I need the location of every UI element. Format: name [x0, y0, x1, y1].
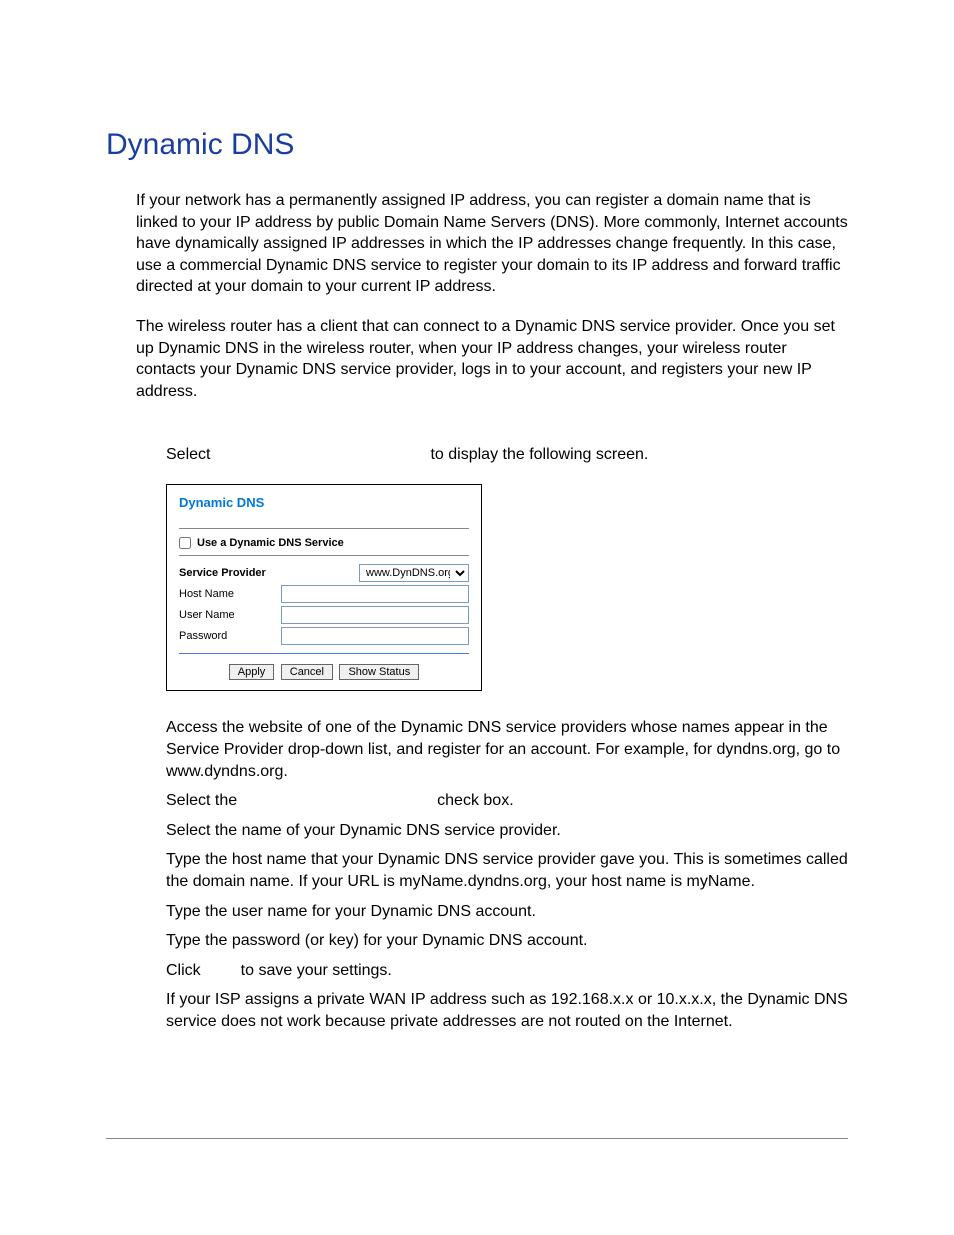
step-2-suffix: check box.	[437, 792, 513, 809]
divider	[179, 555, 469, 556]
user-name-input[interactable]	[281, 606, 469, 624]
step-7-suffix: to save your settings.	[241, 962, 392, 979]
step-3: Select the name of your Dynamic DNS serv…	[166, 820, 848, 842]
show-status-button[interactable]: Show Status	[339, 664, 419, 680]
step-7: Click to save your settings.	[166, 960, 848, 982]
footer-divider	[106, 1138, 848, 1139]
host-name-label: Host Name	[179, 588, 234, 600]
select-instruction: Select to display the following screen.	[106, 446, 848, 464]
page-title: Dynamic DNS	[106, 128, 848, 162]
step-6: Type the password (or key) for your Dyna…	[166, 930, 848, 952]
step-5: Type the user name for your Dynamic DNS …	[166, 901, 848, 923]
host-name-input[interactable]	[281, 585, 469, 603]
ddns-panel: Dynamic DNS Use a Dynamic DNS Service Se…	[166, 484, 482, 691]
paragraph-1: If your network has a permanently assign…	[106, 190, 848, 298]
step-8: If your ISP assigns a private WAN IP add…	[166, 989, 848, 1032]
divider	[179, 528, 469, 529]
step-2-prefix: Select the	[166, 792, 237, 809]
step-4: Type the host name that your Dynamic DNS…	[166, 849, 848, 892]
password-label: Password	[179, 630, 227, 642]
cancel-button[interactable]: Cancel	[281, 664, 333, 680]
steps-block: Access the website of one of the Dynamic…	[106, 717, 848, 1032]
step-1: Access the website of one of the Dynamic…	[166, 717, 848, 782]
apply-button[interactable]: Apply	[229, 664, 275, 680]
password-input[interactable]	[281, 627, 469, 645]
panel-title: Dynamic DNS	[179, 495, 469, 510]
service-provider-select[interactable]: www.DynDNS.org	[359, 564, 469, 582]
user-name-label: User Name	[179, 609, 235, 621]
select-suffix: to display the following screen.	[430, 446, 648, 463]
use-ddns-label: Use a Dynamic DNS Service	[197, 537, 344, 549]
step-7-prefix: Click	[166, 962, 201, 979]
paragraph-2: The wireless router has a client that ca…	[106, 316, 848, 402]
service-provider-label: Service Provider	[179, 567, 266, 579]
step-2: Select the check box.	[166, 790, 848, 812]
select-prefix: Select	[166, 446, 210, 463]
use-ddns-checkbox[interactable]	[179, 537, 191, 549]
divider	[179, 653, 469, 654]
